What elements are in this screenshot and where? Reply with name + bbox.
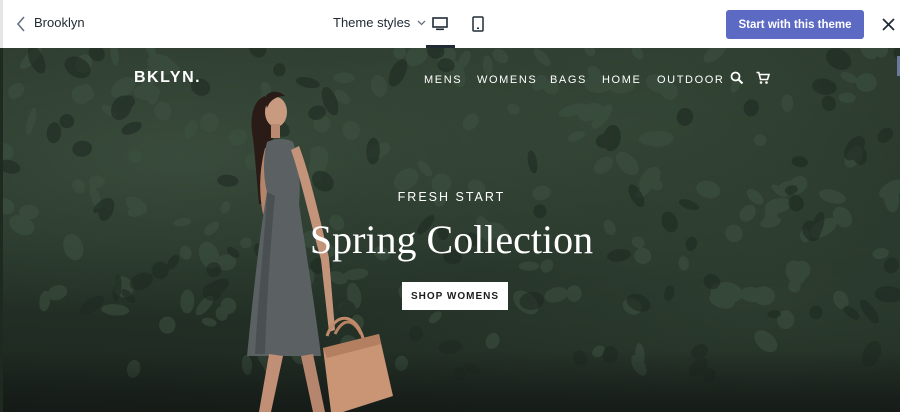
ivy-leaf [72, 140, 93, 157]
ivy-leaf [248, 48, 267, 58]
ivy-leaf [567, 130, 585, 142]
ivy-leaf [3, 159, 21, 174]
ivy-leaf [485, 332, 500, 349]
nav-item-womens[interactable]: WOMENS [477, 74, 537, 86]
ivy-leaf [180, 289, 195, 314]
ivy-leaf [26, 107, 37, 136]
desktop-view-button[interactable] [425, 12, 455, 36]
ivy-leaf [527, 150, 538, 174]
ivy-leaf [533, 48, 551, 67]
back-button[interactable] [12, 14, 30, 34]
search-button[interactable] [730, 71, 744, 85]
nav-item-mens[interactable]: MENS [424, 74, 462, 86]
ivy-leaf [877, 127, 894, 143]
ivy-leaf [859, 299, 880, 324]
ivy-leaf [566, 285, 582, 302]
ivy-leaf [791, 156, 808, 168]
mobile-view-button[interactable] [463, 12, 493, 36]
ivy-leaf [754, 134, 767, 147]
ivy-leaf [79, 295, 105, 315]
ivy-leaf [110, 48, 119, 67]
ivy-leaf [781, 94, 794, 113]
ivy-leaf [584, 48, 596, 57]
ivy-leaf [121, 121, 142, 135]
ivy-leaf [826, 48, 852, 71]
nav-item-outdoor[interactable]: OUTDOOR [657, 74, 724, 86]
theme-name: Brooklyn [34, 15, 85, 30]
start-with-theme-button[interactable]: Start with this theme [726, 10, 864, 39]
storefront-preview: BKLYN. MENS WOMENS BAGS HOME OUTDOOR FRE… [3, 48, 900, 412]
ivy-leaf [593, 156, 614, 174]
ivy-leaf [492, 48, 509, 64]
shop-womens-button[interactable]: SHOP WOMENS [402, 282, 508, 310]
ivy-leaf [101, 304, 130, 316]
hero-kicker: FRESH START [397, 190, 506, 204]
nav-item-home[interactable]: HOME [602, 74, 641, 86]
ivy-leaf [507, 103, 520, 115]
desktop-icon [432, 17, 448, 31]
cart-icon [756, 71, 771, 84]
theme-styles-dropdown[interactable]: Theme styles [333, 15, 426, 30]
back-chevron-icon [16, 16, 25, 32]
cart-button[interactable] [756, 71, 771, 85]
ivy-leaf [676, 107, 694, 126]
ivy-leaf [664, 285, 675, 301]
nav-item-bags[interactable]: BAGS [550, 74, 587, 86]
ivy-leaf [46, 122, 62, 144]
hero-headline: Spring Collection [309, 217, 594, 262]
ivy-leaf [838, 92, 856, 104]
ivy-leaf [809, 305, 823, 320]
ivy-leaf [615, 151, 639, 176]
close-icon [881, 17, 895, 31]
ivy-leaf [544, 287, 568, 303]
ivy-leaf [59, 114, 75, 129]
ivy-leaf [159, 316, 176, 334]
ivy-leaf [874, 286, 900, 303]
ivy-leaf [482, 55, 493, 76]
ivy-leaf [631, 48, 644, 60]
ivy-leaf [154, 101, 172, 121]
ivy-leaf [184, 119, 198, 139]
search-icon [730, 71, 744, 85]
ivy-leaf [127, 150, 142, 163]
ivy-leaf [743, 99, 759, 117]
editor-toolbar: Brooklyn Theme styles Start with this th… [0, 0, 900, 48]
close-button[interactable] [879, 15, 897, 33]
ivy-leaf [602, 125, 621, 152]
ivy-leaf [703, 48, 726, 63]
theme-styles-label: Theme styles [333, 15, 411, 30]
ivy-leaf [3, 143, 14, 162]
mobile-icon [472, 16, 484, 32]
ivy-leaf [821, 95, 836, 111]
